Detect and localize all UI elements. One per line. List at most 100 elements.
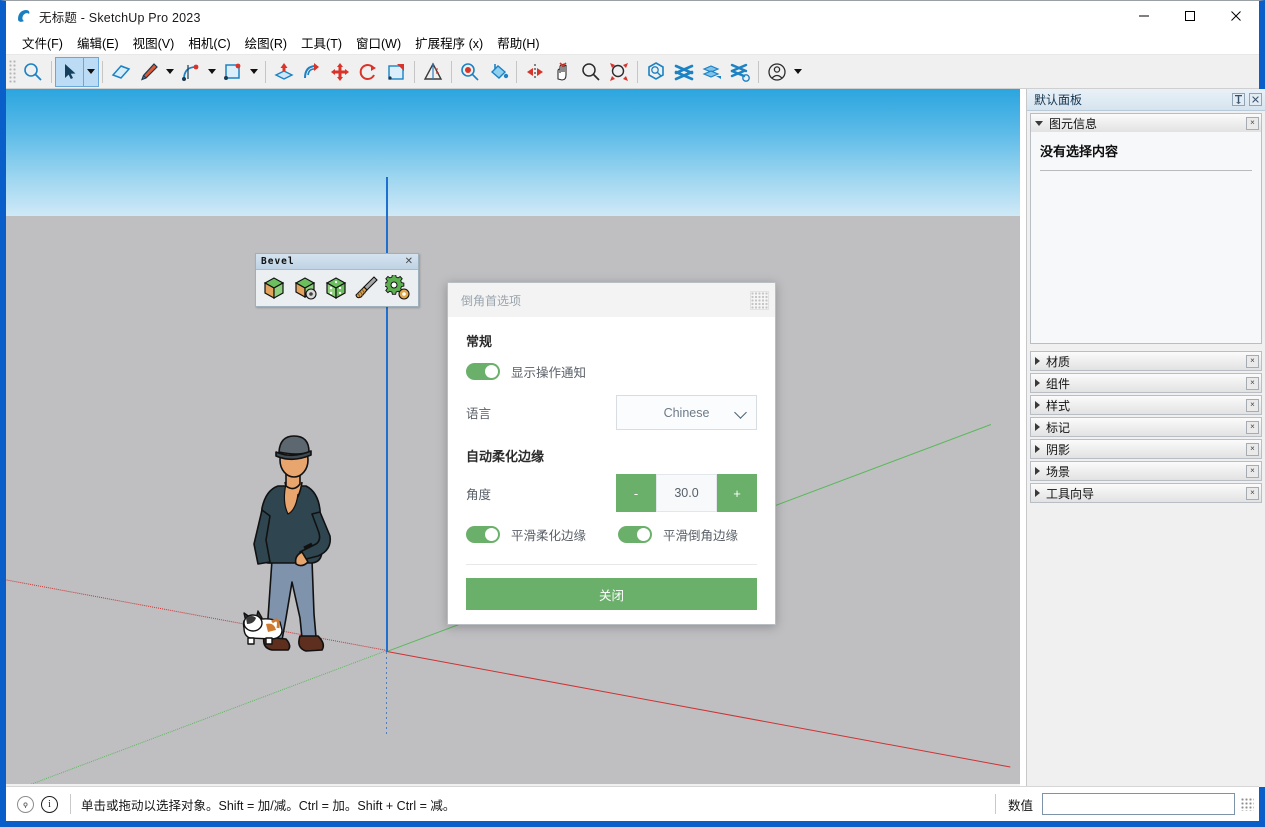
paint-bucket-icon[interactable] (484, 58, 512, 86)
bevel-toolbar-palette[interactable]: Bevel ✕ (255, 253, 419, 307)
tags-header[interactable]: 标记 × (1031, 418, 1261, 436)
window-resize-grip-icon[interactable] (1241, 798, 1254, 811)
instructor-header[interactable]: 工具向导 × (1031, 484, 1261, 502)
scenes-close-icon[interactable]: × (1246, 465, 1259, 478)
angle-stepper[interactable]: - 30.0 + (616, 474, 757, 512)
layers-icon[interactable] (698, 58, 726, 86)
zoom-extents-icon[interactable] (605, 58, 633, 86)
dialog-close-button[interactable]: 关闭 (466, 578, 757, 610)
bevel-cube-icon[interactable] (258, 273, 289, 303)
settings-connect-icon[interactable] (726, 58, 754, 86)
menu-window[interactable]: 窗口(W) (349, 30, 408, 55)
bevel-palette-close-icon[interactable]: ✕ (403, 257, 415, 267)
move-icon[interactable] (326, 58, 354, 86)
components-header[interactable]: 组件 × (1031, 374, 1261, 392)
scenes-header[interactable]: 场景 × (1031, 462, 1261, 480)
smooth-soften-edges-toggle[interactable] (466, 526, 500, 543)
menu-draw[interactable]: 绘图(R) (238, 30, 294, 55)
menu-edit[interactable]: 编辑(E) (70, 30, 126, 55)
sidebar-item-materials[interactable]: 材质 × (1030, 351, 1262, 371)
close-icon[interactable] (1249, 93, 1262, 106)
styles-header[interactable]: 样式 × (1031, 396, 1261, 414)
materials-close-icon[interactable]: × (1246, 355, 1259, 368)
bevel-broom-icon[interactable] (351, 273, 382, 303)
menu-help[interactable]: 帮助(H) (490, 30, 546, 55)
sidebar-item-tags[interactable]: 标记 × (1030, 417, 1262, 437)
select-arrow-icon[interactable] (56, 58, 84, 86)
info-circle-icon[interactable]: i (41, 796, 58, 813)
account-avatar-icon[interactable] (763, 58, 791, 86)
minimize-button[interactable] (1121, 1, 1167, 31)
sidebar-item-scenes[interactable]: 场景 × (1030, 461, 1262, 481)
bevel-palette-buttons (256, 270, 418, 306)
menu-camera[interactable]: 相机(C) (181, 30, 237, 55)
sidebar-item-shadows[interactable]: 阴影 × (1030, 439, 1262, 459)
window-titlebar: 无标题 - SketchUp Pro 2023 (6, 1, 1259, 31)
language-select[interactable]: Chinese (616, 395, 757, 430)
pin-icon[interactable] (1232, 93, 1245, 106)
pencil-dropdown-arrow-icon[interactable] (163, 58, 177, 86)
account-dropdown-arrow-icon[interactable] (791, 58, 805, 86)
scenes-title: 场景 (1046, 463, 1070, 480)
arc-icon[interactable] (177, 58, 205, 86)
show-operation-notification-toggle[interactable] (466, 363, 500, 380)
arc-dropdown-arrow-icon[interactable] (205, 58, 219, 86)
angle-label: 角度 (466, 484, 491, 503)
smooth-bevel-edges-toggle[interactable] (618, 526, 652, 543)
dialog-titlebar[interactable]: 倒角首选项 (448, 283, 775, 317)
select-dropdown-arrow-icon[interactable] (84, 58, 98, 86)
entity-info-header[interactable]: 图元信息 × (1031, 114, 1261, 132)
maximize-button[interactable] (1167, 1, 1213, 31)
angle-decrement-button[interactable]: - (616, 474, 656, 512)
bevel-gear-settings-icon[interactable] (382, 273, 413, 303)
tape-measure-icon[interactable] (419, 58, 447, 86)
rectangle-dropdown-arrow-icon[interactable] (247, 58, 261, 86)
bevel-cube-settings-icon[interactable] (289, 273, 320, 303)
close-button[interactable] (1213, 1, 1259, 31)
toolbar-grip[interactable] (9, 60, 16, 84)
bevel-preferences-dialog[interactable]: 倒角首选项 常规 显示操作通知 语言 Chinese (447, 282, 776, 625)
default-tray-header[interactable]: 默认面板 (1027, 89, 1265, 111)
rectangle-icon[interactable] (219, 58, 247, 86)
pan-hand-icon[interactable] (549, 58, 577, 86)
bevel-palette-titlebar[interactable]: Bevel ✕ (256, 254, 418, 270)
menu-tools[interactable]: 工具(T) (294, 30, 349, 55)
window-controls (1121, 1, 1259, 31)
angle-value-input[interactable]: 30.0 (656, 474, 717, 512)
eraser-icon[interactable] (107, 58, 135, 86)
styles-close-icon[interactable]: × (1246, 399, 1259, 412)
menu-view[interactable]: 视图(V) (126, 30, 182, 55)
components-close-icon[interactable]: × (1246, 377, 1259, 390)
mirror-icon[interactable] (521, 58, 549, 86)
entity-info-close-icon[interactable]: × (1246, 117, 1259, 130)
toggle-knob (485, 365, 498, 378)
menu-file[interactable]: 文件(F) (15, 30, 70, 55)
tags-close-icon[interactable]: × (1246, 421, 1259, 434)
zoom-magnifier-icon[interactable] (19, 58, 47, 86)
vcb-input[interactable] (1042, 793, 1235, 815)
sidebar-item-styles[interactable]: 样式 × (1030, 395, 1262, 415)
pushpull-icon[interactable] (270, 58, 298, 86)
scale-icon[interactable] (382, 58, 410, 86)
person-with-cat-2d-figure[interactable] (242, 432, 352, 667)
modeling-viewport[interactable]: Bevel ✕ (6, 89, 1020, 787)
bevel-cube-points-icon[interactable] (320, 273, 351, 303)
follow-me-icon[interactable] (298, 58, 326, 86)
smooth-soften-group: 平滑柔化边缘 (466, 525, 586, 544)
shadows-header[interactable]: 阴影 × (1031, 440, 1261, 458)
geo-location-icon[interactable] (17, 796, 34, 813)
material-sampler-icon[interactable] (456, 58, 484, 86)
materials-header[interactable]: 材质 × (1031, 352, 1261, 370)
model-info-icon[interactable] (642, 58, 670, 86)
angle-increment-button[interactable]: + (717, 474, 757, 512)
rotate-icon[interactable] (354, 58, 382, 86)
dialog-resize-grip-icon[interactable] (750, 291, 769, 310)
instructor-close-icon[interactable]: × (1246, 487, 1259, 500)
pencil-icon[interactable] (135, 58, 163, 86)
sidebar-item-components[interactable]: 组件 × (1030, 373, 1262, 393)
zoom-in-icon[interactable] (577, 58, 605, 86)
trimble-connect-icon[interactable] (670, 58, 698, 86)
sidebar-item-instructor[interactable]: 工具向导 × (1030, 483, 1262, 503)
menu-extensions[interactable]: 扩展程序 (x) (408, 30, 490, 55)
shadows-close-icon[interactable]: × (1246, 443, 1259, 456)
